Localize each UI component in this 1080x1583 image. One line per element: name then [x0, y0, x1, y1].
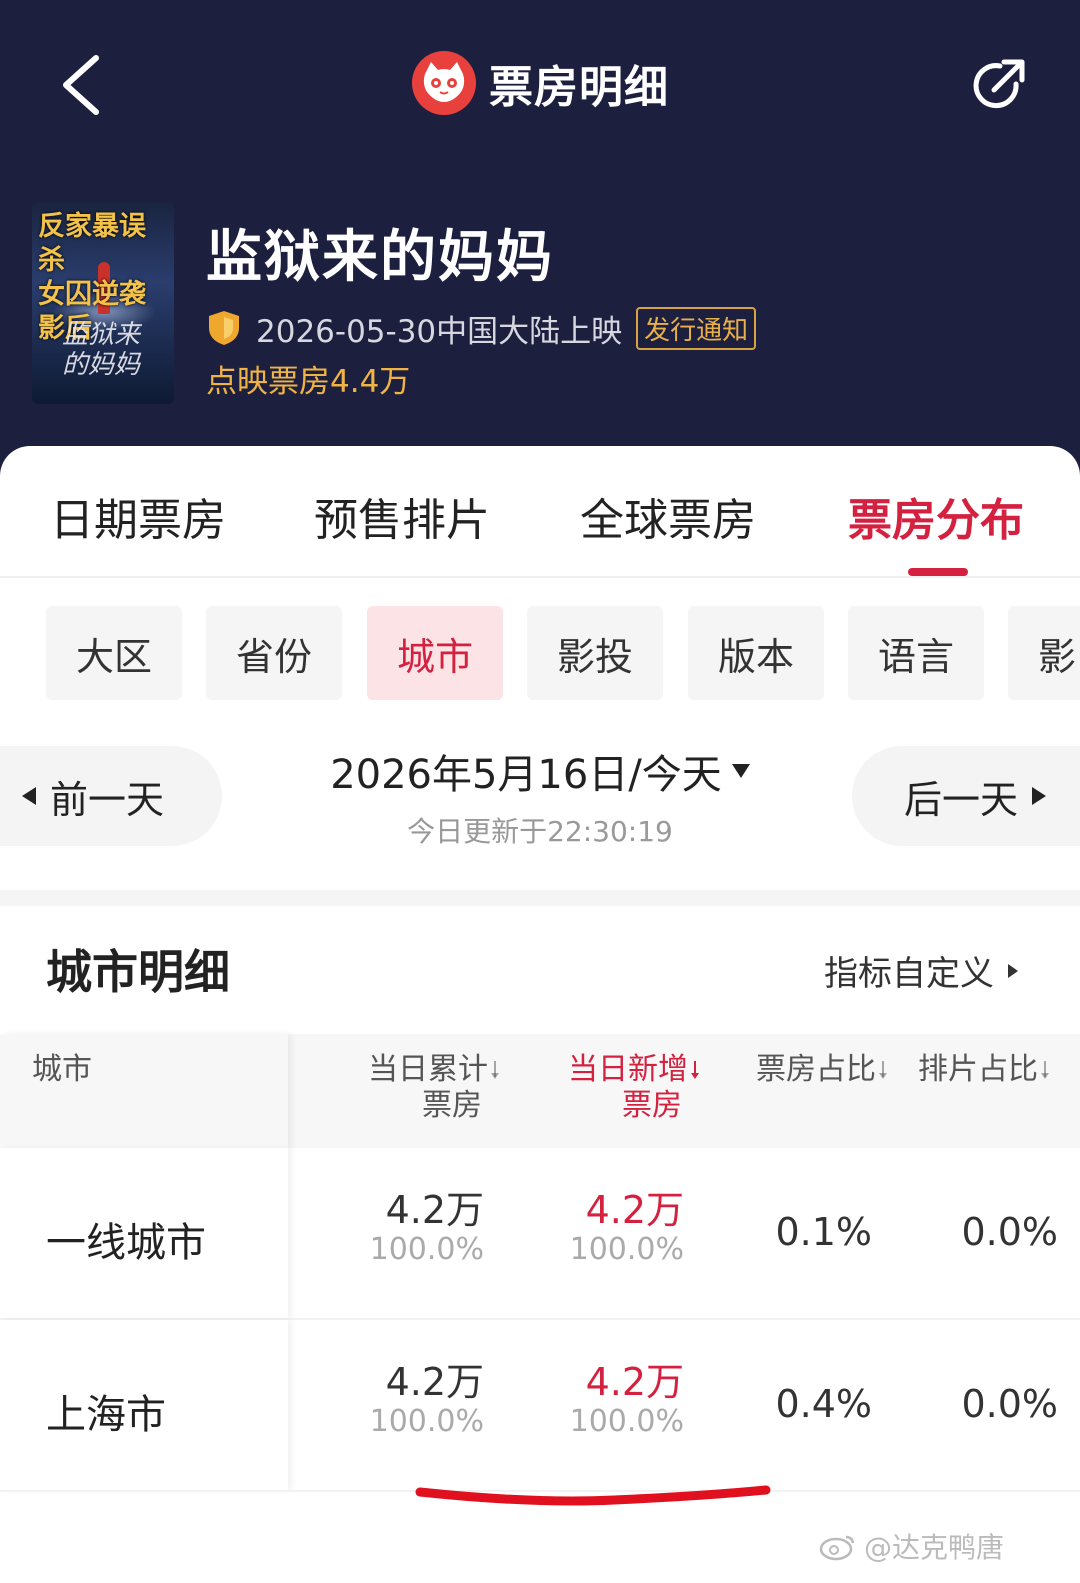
col-cumulative-line2: 票房 [422, 1088, 482, 1123]
dimension-chips: 大区 省份 城市 影投 版本 语言 影 [0, 606, 1080, 702]
shield-icon [209, 311, 239, 345]
chip-region[interactable]: 大区 [46, 606, 182, 700]
show-share-cell: 0.0% [961, 1210, 1058, 1254]
col-new-line1: 当日新增 [568, 1052, 688, 1087]
caret-right-icon [1032, 787, 1047, 805]
col-box-office-share[interactable]: 票房占比 [728, 1052, 888, 1088]
movie-title: 监狱来的妈妈 [206, 225, 554, 290]
weibo-watermark: @达克鸭唐 [818, 1526, 1004, 1566]
release-info-row: 2026-05-30中国大陆上映 发行通知 [206, 306, 757, 350]
tab-daily-box-office[interactable]: 日期票房 [50, 484, 226, 548]
section-divider [0, 890, 1080, 906]
release-notice-badge[interactable]: 发行通知 [636, 306, 757, 350]
next-day-label: 后一天 [904, 777, 1019, 822]
cumulative-percent: 100.0% [369, 1232, 484, 1267]
date-picker[interactable]: 2026年5月16日/今天 [330, 742, 750, 800]
new-percent: 100.0% [569, 1404, 684, 1439]
cumulative-value: 4.2万 [385, 1188, 484, 1232]
red-underline-annotation [415, 1485, 771, 1506]
caret-right-icon [1008, 963, 1018, 978]
box-office-share-cell: 0.1% [775, 1210, 872, 1254]
col-box-office-share-label: 票房占比 [756, 1052, 876, 1087]
tab-global-box-office[interactable]: 全球票房 [580, 484, 756, 548]
chip-language[interactable]: 语言 [848, 606, 984, 700]
chip-province[interactable]: 省份 [206, 606, 342, 700]
new-value: 4.2万 [585, 1188, 684, 1232]
content-card: 日期票房 预售排片 全球票房 票房分布 大区 省份 城市 影投 版本 语言 影 … [0, 446, 1080, 1583]
release-date-text: 2026-05-30中国大陆上映 [256, 313, 623, 350]
prev-day-label: 前一天 [50, 777, 165, 822]
city-name: 上海市 [46, 1392, 166, 1438]
caret-down-icon [731, 764, 750, 778]
caret-left-icon [22, 787, 36, 805]
table-header: 城市 当日累计 票房 当日新增 票房 票房占比 排片占比 [0, 1034, 1080, 1148]
col-show-share[interactable]: 排片占比 [918, 1052, 1080, 1088]
sort-down-icon [1040, 1060, 1050, 1081]
sort-down-icon [490, 1060, 500, 1081]
cumulative-cell: 4.2万 100.0% [340, 1360, 484, 1440]
prev-day-button[interactable]: 前一天 [0, 746, 222, 846]
next-day-button[interactable]: 后一天 [852, 746, 1080, 846]
share-icon[interactable] [966, 54, 1030, 118]
movie-poster[interactable]: 反家暴误杀 女囚逆袭影后 监狱来的妈妈 [32, 202, 174, 404]
sort-down-icon [690, 1060, 700, 1081]
customize-metrics-link[interactable]: 指标自定义 [824, 946, 1018, 995]
preview-box-office: 点映票房4.4万 [206, 364, 411, 400]
box-office-share-cell: 0.4% [775, 1382, 872, 1426]
col-cumulative-box-office[interactable]: 当日累计 票房 [340, 1052, 500, 1124]
cumulative-percent: 100.0% [369, 1404, 484, 1439]
active-tab-indicator [908, 568, 968, 576]
new-value: 4.2万 [585, 1360, 684, 1404]
tab-box-office-distribution[interactable]: 票房分布 [848, 484, 1024, 548]
new-percent: 100.0% [569, 1232, 684, 1267]
chip-cinema-truncated[interactable]: 影 [1008, 606, 1080, 700]
nav-bar: 票房明细 [0, 0, 1080, 170]
city-name: 一线城市 [46, 1220, 206, 1266]
table-row[interactable]: 一线城市 4.2万 100.0% 4.2万 100.0% 0.1% 0.0% [0, 1148, 1080, 1318]
page-title: 票房明细 [489, 62, 669, 113]
date-selector[interactable]: 2026年5月16日/今天 今日更新于22:30:19 [300, 742, 780, 850]
cumulative-value: 4.2万 [385, 1360, 484, 1404]
chip-cinema-investor[interactable]: 影投 [527, 606, 663, 700]
poster-title-text: 监狱来的妈妈 [62, 320, 141, 380]
col-city: 城市 [32, 1052, 92, 1087]
col-show-share-label: 排片占比 [918, 1052, 1038, 1087]
chip-city[interactable]: 城市 [367, 606, 503, 700]
col-new-line2: 票房 [622, 1088, 682, 1123]
tab-bar: 日期票房 预售排片 全球票房 票房分布 [0, 446, 1080, 578]
new-cell: 4.2万 100.0% [540, 1188, 684, 1268]
table-row[interactable]: 上海市 4.2万 100.0% 4.2万 100.0% 0.4% 0.0% [0, 1320, 1080, 1490]
show-share-cell: 0.0% [961, 1382, 1058, 1426]
customize-metrics-label: 指标自定义 [824, 954, 994, 994]
section-title: 城市明细 [46, 945, 230, 999]
update-time: 今日更新于22:30:19 [407, 815, 673, 848]
watermark-text: @达克鸭唐 [864, 1531, 1005, 1564]
col-cumulative-line1: 当日累计 [368, 1052, 488, 1087]
weibo-icon [819, 1535, 855, 1561]
cat-logo-icon [412, 51, 476, 115]
tab-presale-schedule[interactable]: 预售排片 [314, 484, 490, 548]
sort-down-icon [878, 1060, 888, 1081]
cumulative-cell: 4.2万 100.0% [340, 1188, 484, 1268]
col-new-box-office[interactable]: 当日新增 票房 [540, 1052, 700, 1124]
chip-version[interactable]: 版本 [688, 606, 824, 700]
nav-title-group: 票房明细 [0, 50, 1080, 116]
new-cell: 4.2万 100.0% [540, 1360, 684, 1440]
current-date: 2026年5月16日/今天 [330, 752, 722, 798]
poster-tagline-line1: 反家暴误杀 [38, 211, 146, 276]
